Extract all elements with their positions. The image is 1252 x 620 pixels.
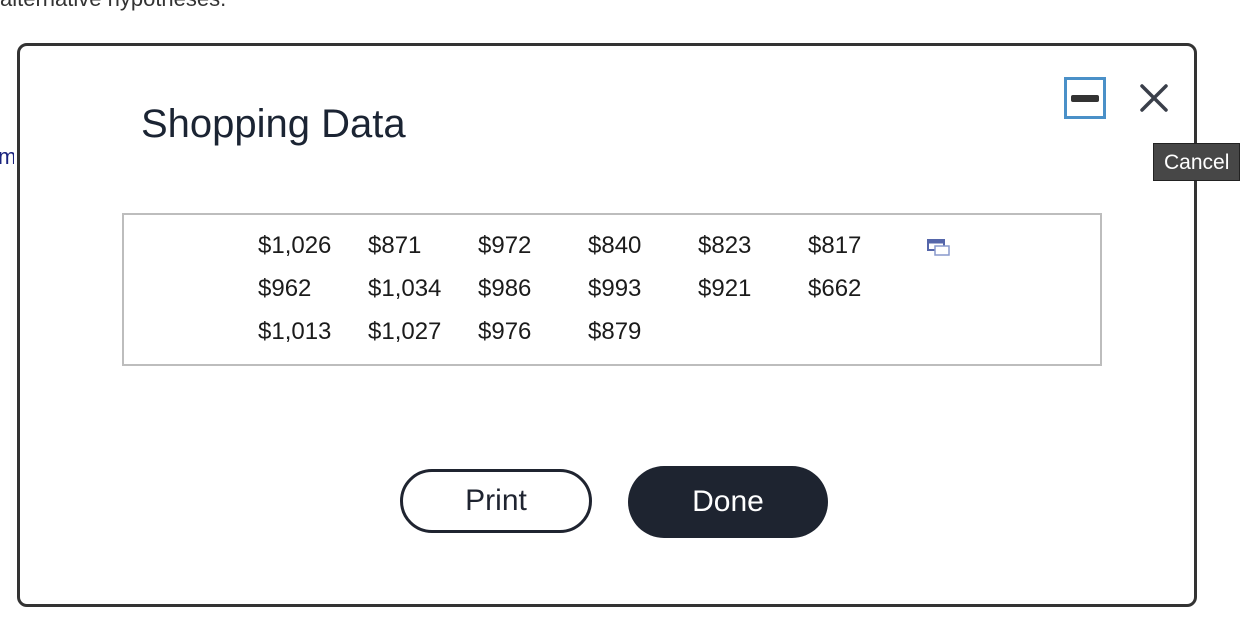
table-cell: $1,034 <box>368 274 442 302</box>
done-button[interactable]: Done <box>628 466 828 538</box>
shopping-data-table: $1,026 $871 $972 $840 $823 $817 $962 $1,034 $986… <box>258 224 918 353</box>
table-cell: $972 <box>478 231 532 259</box>
table-cell: $1,027 <box>368 317 442 345</box>
background-instruction-text: alternative hypotheses. <box>0 0 226 12</box>
table-cell <box>808 310 918 353</box>
table-cell: $840 <box>588 231 642 259</box>
table-cell: $1,026 <box>258 231 332 259</box>
table-cell: $879 <box>588 317 642 345</box>
close-icon <box>1140 84 1168 112</box>
table-cell: $817 <box>808 231 862 259</box>
copy-icon <box>927 239 950 256</box>
table-cell: $662 <box>808 274 862 302</box>
table-cell: $993 <box>588 274 642 302</box>
table-row: $1,026 $871 $972 $840 $823 $817 <box>258 224 918 267</box>
background-link[interactable]: ma <box>0 144 14 170</box>
print-button[interactable]: Print <box>400 469 592 533</box>
table-cell: $871 <box>368 231 422 259</box>
dialog-title: Shopping Data <box>141 102 406 146</box>
table-cell: $976 <box>478 317 532 345</box>
table-cell: $1,013 <box>258 317 332 345</box>
close-button[interactable] <box>1135 79 1173 117</box>
data-table-box: $1,026 $871 $972 $840 $823 $817 $962 $1,034 $986… <box>122 213 1102 366</box>
copy-to-spreadsheet-button[interactable] <box>926 237 952 259</box>
table-cell: $921 <box>698 274 752 302</box>
shopping-data-dialog: Shopping Data $1,026 $871 $972 $840 $823 $817… <box>17 43 1197 607</box>
minimize-button[interactable] <box>1064 77 1106 119</box>
table-cell: $823 <box>698 231 752 259</box>
table-cell: $986 <box>478 274 532 302</box>
cancel-tooltip: Cancel <box>1153 143 1241 181</box>
table-cell <box>698 310 808 353</box>
minimize-icon <box>1071 94 1099 102</box>
table-row: $1,013 $1,027 $976 $879 <box>258 310 918 353</box>
table-row: $962 $1,034 $986 $993 $921 $662 <box>258 267 918 310</box>
table-cell: $962 <box>258 274 312 302</box>
